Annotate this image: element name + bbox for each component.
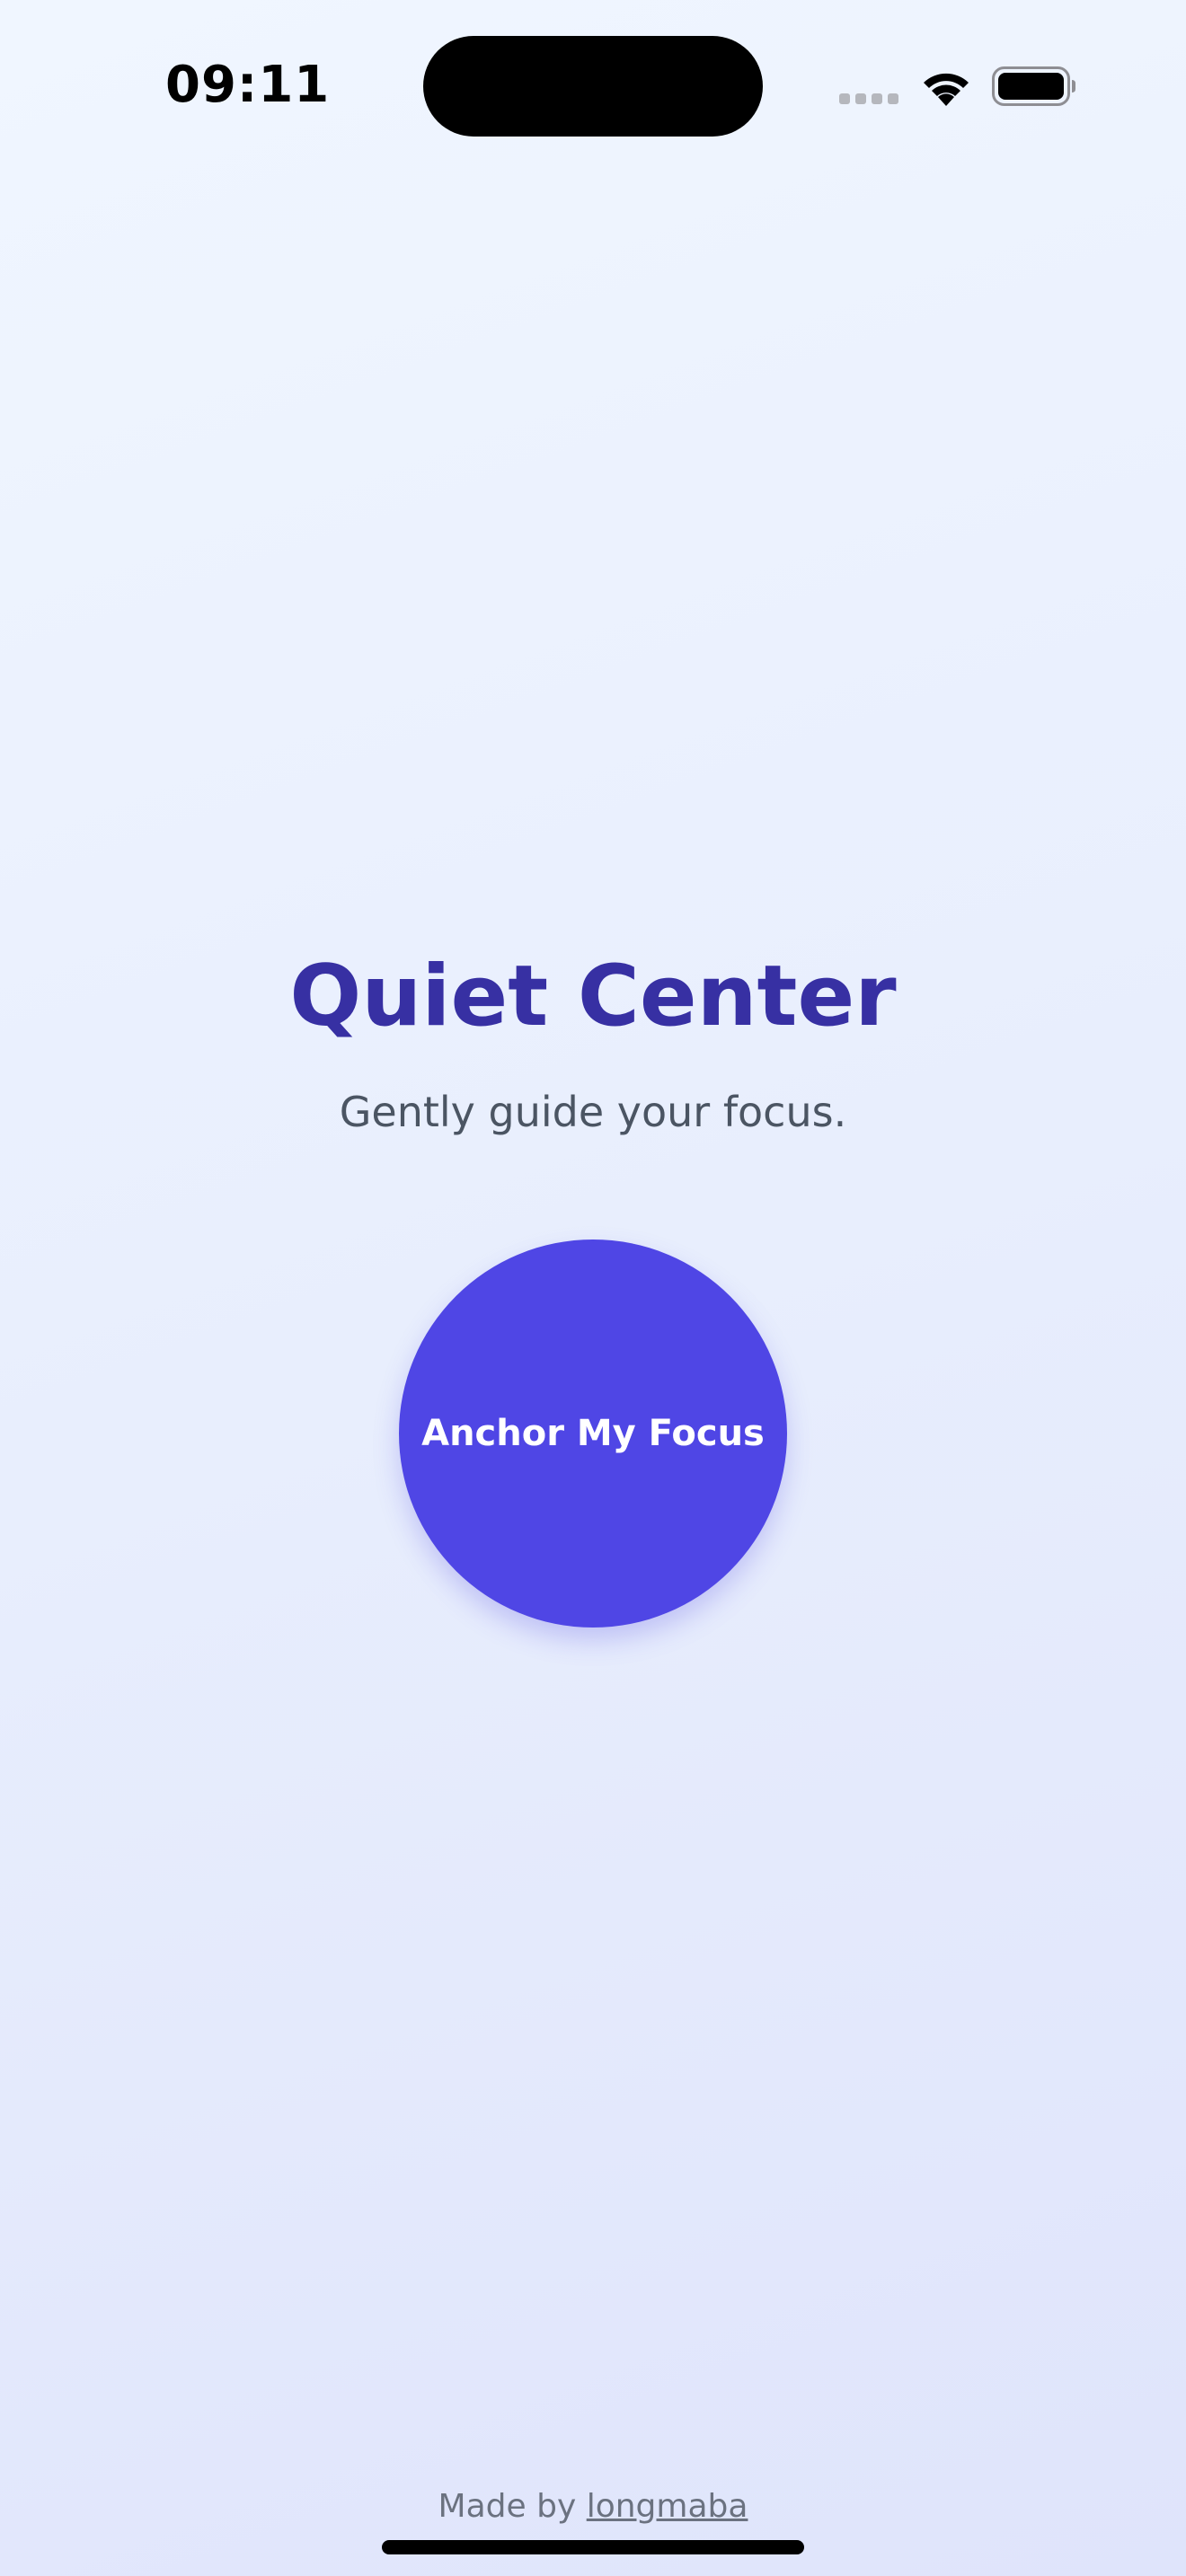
footer-prefix: Made by (438, 2488, 587, 2525)
page-title: Quiet Center (289, 948, 897, 1045)
page-subtitle: Gently guide your focus. (339, 1088, 847, 1136)
author-link[interactable]: longmaba (587, 2488, 748, 2525)
main-content: Quiet Center Gently guide your focus. (0, 934, 1186, 1139)
dynamic-island (423, 36, 763, 137)
wifi-icon (924, 73, 969, 106)
footer-credit: Made by longmaba (0, 2488, 1186, 2525)
signal-icon (839, 93, 898, 104)
anchor-focus-button[interactable]: Anchor My Focus (399, 1239, 787, 1628)
home-indicator[interactable] (382, 2540, 804, 2554)
battery-icon (992, 66, 1075, 106)
status-time: 09:11 (165, 56, 331, 114)
status-bar: 09:11 (0, 0, 1186, 180)
